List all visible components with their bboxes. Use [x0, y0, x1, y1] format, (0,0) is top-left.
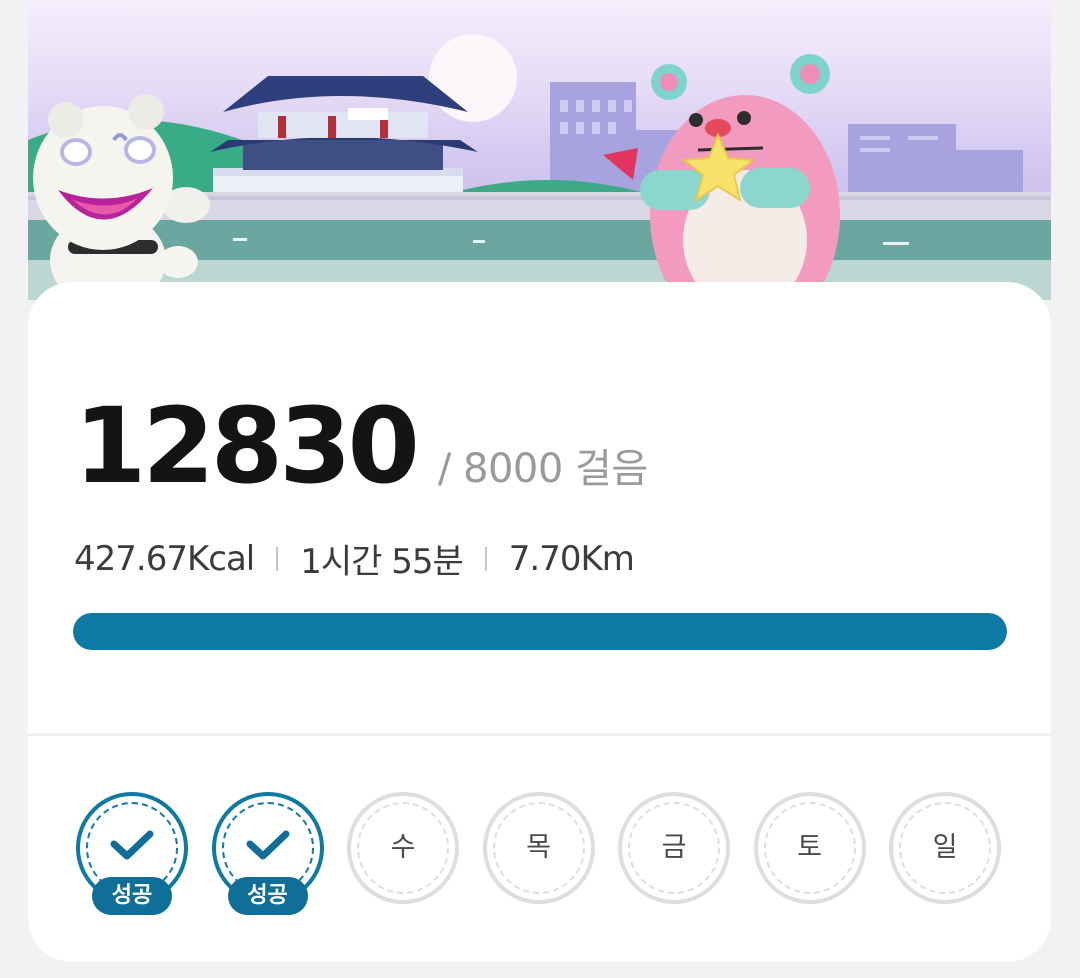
stat-divider: [276, 546, 279, 571]
day-status-tue[interactable]: 성공: [211, 792, 324, 915]
step-summary-card: 12830 / 8000 걸음 427.67Kcal 1시간 55분 7.70K…: [28, 282, 1051, 962]
section-divider: [28, 733, 1051, 736]
step-progress-bar: [73, 613, 1007, 650]
step-count: 12830: [74, 385, 420, 507]
day-status-wed[interactable]: 수: [347, 792, 459, 904]
day-status-thu[interactable]: 목: [482, 792, 595, 904]
stat-divider: [484, 546, 487, 571]
duration-value: 1시간 55분: [300, 542, 464, 582]
checkmark-icon: [246, 830, 289, 860]
calories-value: 427.67Kcal: [74, 538, 255, 579]
day-status-fri[interactable]: 금: [618, 792, 730, 904]
day-label: 목: [526, 832, 551, 863]
success-badge: 성공: [227, 877, 308, 915]
day-status-sun[interactable]: 일: [889, 792, 1001, 904]
day-label: 일: [932, 832, 958, 863]
success-badge: 성공: [92, 877, 172, 915]
day-status-sat[interactable]: 토: [753, 792, 866, 904]
checkmark-icon: [110, 830, 154, 860]
stats-row: 427.67Kcal 1시간 55분 7.70Km: [74, 534, 635, 583]
distance-value: 7.70Km: [508, 538, 635, 579]
banner-illustration: [28, 34, 1051, 300]
day-status-mon[interactable]: 성공: [76, 792, 188, 915]
weekly-status: 성공 성공 수 목 금 토 일: [76, 792, 1001, 915]
step-progress-fill: [73, 613, 1007, 650]
sun: [429, 34, 517, 122]
step-goal: / 8000 걸음: [437, 446, 648, 492]
day-label: 금: [661, 832, 687, 863]
step-count-row: 12830 / 8000 걸음: [74, 394, 648, 498]
day-label: 토: [797, 832, 822, 863]
header-banner: [28, 0, 1051, 300]
day-label: 수: [390, 832, 416, 863]
